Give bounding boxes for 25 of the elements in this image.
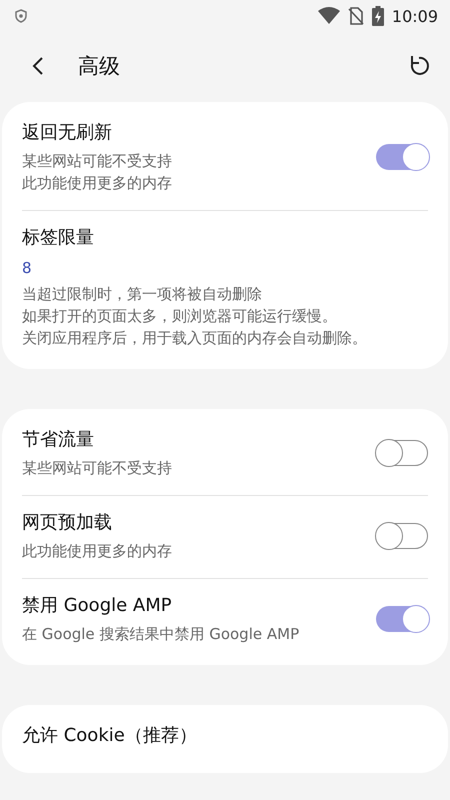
setting-title[interactable]: 禁用 Google AMP — [22, 593, 368, 617]
toggle-switch[interactable] — [376, 523, 428, 549]
wifi-icon — [318, 7, 340, 25]
battery-charging-icon — [372, 6, 384, 26]
toggle-switch[interactable] — [376, 144, 428, 170]
setting-title[interactable]: 节省流量 — [22, 427, 368, 451]
shield-icon — [14, 9, 28, 23]
setting-description: 在 Google 搜索结果中禁用 Google AMP — [22, 624, 300, 645]
setting-value: 8 — [22, 259, 33, 277]
clock: 10:09 — [392, 6, 438, 26]
setting-title[interactable]: 允许 Cookie（推荐） — [22, 723, 428, 747]
no-sim-icon — [348, 7, 364, 25]
toggle-switch[interactable] — [376, 440, 428, 466]
page-title: 高级 — [78, 53, 121, 80]
setting-title[interactable]: 网页预加载 — [22, 510, 368, 534]
setting-description: 如果打开的页面太多，则浏览器可能运行缓慢。 — [22, 306, 338, 327]
setting-description: 此功能使用更多的内存 — [22, 173, 173, 194]
setting-description: 某些网站可能不受支持 — [22, 151, 173, 172]
toggle-switch[interactable] — [376, 606, 428, 632]
setting-description: 某些网站可能不受支持 — [22, 458, 173, 479]
setting-description: 此功能使用更多的内存 — [22, 541, 173, 562]
setting-title[interactable]: 标签限量 — [22, 225, 428, 249]
setting-description: 关闭应用程序后，用于载入页面的内存会自动删除。 — [22, 328, 368, 349]
setting-title[interactable]: 返回无刷新 — [22, 120, 368, 144]
setting-description: 当超过限制时，第一项将被自动删除 — [22, 284, 263, 305]
